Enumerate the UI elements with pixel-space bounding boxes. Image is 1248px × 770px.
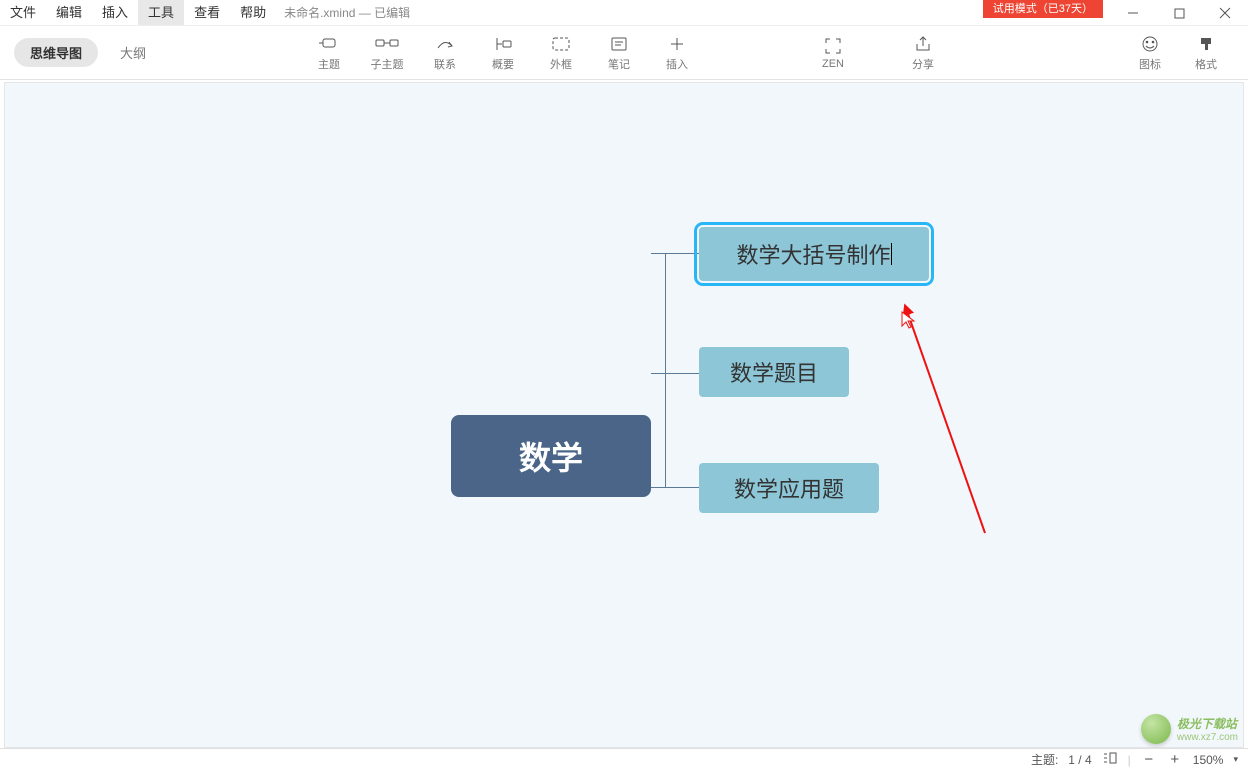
plus-icon: [669, 35, 685, 53]
tool-label: ZEN: [822, 58, 844, 70]
tool-format[interactable]: 格式: [1178, 26, 1234, 80]
annotation-arrow: [895, 293, 1015, 553]
separator: |: [1128, 753, 1131, 767]
zoom-level[interactable]: 150%: [1193, 753, 1224, 767]
menu-insert[interactable]: 插入: [92, 0, 138, 25]
toolbar: 思维导图 大纲 主题 子主题 联系 概要: [0, 26, 1248, 80]
zoom-dropdown-icon[interactable]: ▾: [1233, 754, 1238, 765]
view-tabs: 思维导图 大纲: [14, 38, 162, 67]
tool-label: 插入: [666, 56, 688, 72]
window-minimize-button[interactable]: [1110, 0, 1156, 26]
central-topic-text: 数学: [519, 433, 583, 479]
tab-mindmap[interactable]: 思维导图: [14, 38, 98, 67]
connector: [651, 487, 699, 488]
subtopic-icon: [375, 35, 399, 53]
tool-topic[interactable]: 主题: [300, 26, 358, 80]
tool-label: 格式: [1195, 56, 1217, 72]
tool-share[interactable]: 分享: [878, 26, 968, 80]
share-icon: [914, 35, 932, 53]
tab-outline[interactable]: 大纲: [104, 38, 162, 67]
connector: [665, 253, 666, 488]
tool-label: 主题: [318, 56, 340, 72]
relation-icon: [435, 35, 455, 53]
status-bar: 主题: 1 / 4 | − + 150% ▾: [0, 748, 1248, 770]
smiley-icon: [1141, 35, 1159, 53]
tool-note[interactable]: 笔记: [590, 26, 648, 80]
note-icon: [610, 35, 628, 53]
menu-help[interactable]: 帮助: [230, 0, 276, 25]
tool-label: 图标: [1139, 56, 1161, 72]
zoom-in-button[interactable]: +: [1167, 751, 1183, 768]
tool-label: 概要: [492, 56, 514, 72]
window-close-button[interactable]: [1202, 0, 1248, 26]
window-controls: [1110, 0, 1248, 26]
tool-summary[interactable]: 概要: [474, 26, 532, 80]
boundary-icon: [551, 35, 571, 53]
document-title: 未命名.xmind — 已编辑: [284, 4, 410, 21]
outline-toggle-icon[interactable]: [1102, 751, 1118, 768]
tool-label: 外框: [550, 56, 572, 72]
tool-subtopic[interactable]: 子主题: [358, 26, 416, 80]
cursor-icon: [901, 311, 917, 331]
central-topic-node[interactable]: 数学: [451, 415, 651, 497]
mindmap-canvas[interactable]: 数学 数学大括号制作 数学题目 数学应用题: [4, 82, 1244, 748]
status-topic-count: 1 / 4: [1068, 753, 1091, 767]
tool-boundary[interactable]: 外框: [532, 26, 590, 80]
tool-insert[interactable]: 插入: [648, 26, 706, 80]
connector: [651, 253, 699, 254]
toolbar-tools: 主题 子主题 联系 概要 外框: [300, 26, 706, 80]
format-brush-icon: [1197, 35, 1215, 53]
menu-file[interactable]: 文件: [0, 0, 46, 25]
tool-label: 子主题: [371, 56, 404, 72]
tool-icons[interactable]: 图标: [1122, 26, 1178, 80]
tool-zen[interactable]: ZEN: [788, 26, 878, 80]
toolbar-mid-right: ZEN 分享: [788, 26, 968, 80]
zen-icon: [824, 37, 842, 55]
zoom-out-button[interactable]: −: [1141, 751, 1157, 768]
menu-view[interactable]: 查看: [184, 0, 230, 25]
subtopic-node-1[interactable]: 数学大括号制作: [699, 227, 929, 281]
tool-label: 笔记: [608, 56, 630, 72]
tool-label: 联系: [434, 56, 456, 72]
trial-banner[interactable]: 试用模式（已37天）: [983, 0, 1103, 18]
text-caret: [891, 243, 892, 265]
toolbar-right: 图标 格式: [1122, 26, 1234, 80]
connector: [651, 373, 665, 374]
status-topic-label: 主题:: [1031, 751, 1058, 768]
tool-label: 分享: [912, 56, 934, 72]
topic-icon: [318, 35, 340, 53]
menu-edit[interactable]: 编辑: [46, 0, 92, 25]
tool-relation[interactable]: 联系: [416, 26, 474, 80]
window-maximize-button[interactable]: [1156, 0, 1202, 26]
menu-tools[interactable]: 工具: [138, 0, 184, 25]
menu-bar: 文件 编辑 插入 工具 查看 帮助 未命名.xmind — 已编辑 试用模式（已…: [0, 0, 1248, 26]
summary-icon: [493, 35, 513, 53]
subtopic-node-3[interactable]: 数学应用题: [699, 463, 879, 513]
subtopic-text: 数学应用题: [734, 472, 844, 504]
subtopic-node-2[interactable]: 数学题目: [699, 347, 849, 397]
subtopic-text: 数学题目: [730, 356, 818, 388]
subtopic-text: 数学大括号制作: [736, 238, 890, 270]
